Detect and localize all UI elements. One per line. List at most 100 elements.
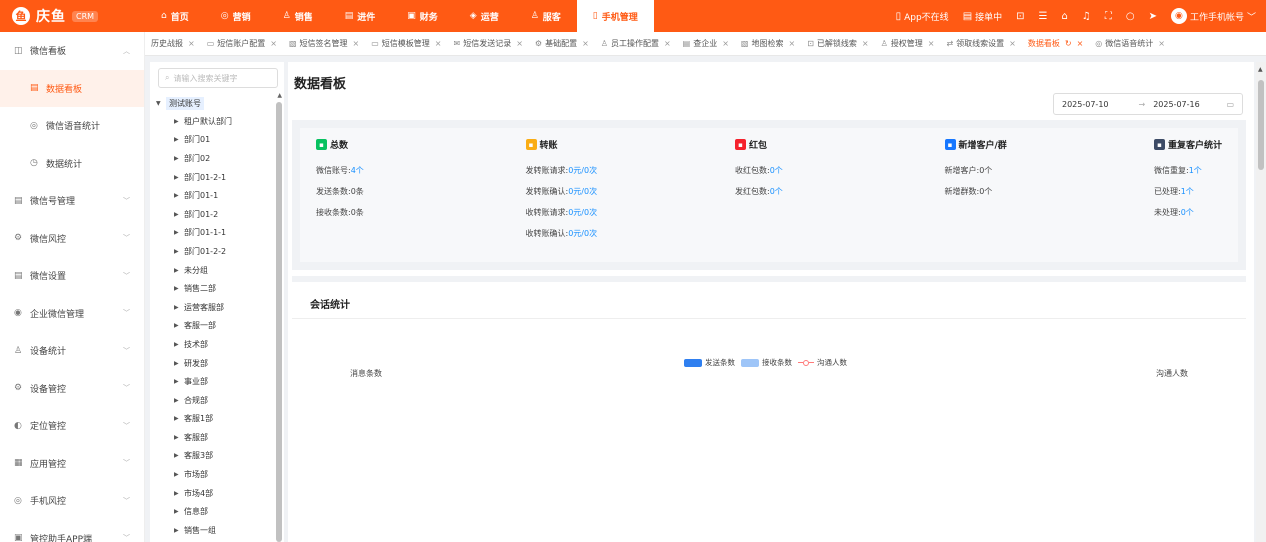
caret-right-icon[interactable]: ▶ <box>174 434 184 441</box>
tree-node[interactable]: ▶ 事业部 <box>150 372 284 391</box>
tree-node[interactable]: ▶ 合规部 <box>150 391 284 410</box>
date-range-picker[interactable]: 2025-07-10 → 2025-07-16 ▭ <box>1053 93 1243 115</box>
scrollbar-thumb[interactable] <box>1258 80 1264 170</box>
date-end[interactable]: 2025-07-16 <box>1153 100 1200 109</box>
caret-right-icon[interactable]: ▶ <box>174 174 184 181</box>
close-icon[interactable]: × <box>435 39 442 48</box>
tree-root-node[interactable]: ▼ 测试账号 <box>150 94 284 112</box>
caret-right-icon[interactable]: ▶ <box>174 285 184 292</box>
top-nav-item[interactable]: ▣ 财务 <box>391 0 454 32</box>
tree-node[interactable]: ▶ 部门01-2-2 <box>150 242 284 261</box>
caret-right-icon[interactable]: ▶ <box>174 360 184 367</box>
caret-right-icon[interactable]: ▶ <box>174 118 184 125</box>
close-icon[interactable]: × <box>1077 39 1084 48</box>
tree-search-input[interactable] <box>173 73 269 83</box>
page-tab[interactable]: ▧ 地图检索 × <box>735 32 801 55</box>
shirt-icon[interactable]: ⌂ <box>1062 11 1068 22</box>
caret-right-icon[interactable]: ▶ <box>174 304 184 311</box>
page-tab[interactable]: ◎ 微信语音统计 × <box>1089 32 1171 55</box>
tree-node[interactable]: ▶ 研发部 <box>150 354 284 373</box>
fullscreen-icon[interactable]: ⛶ <box>1105 11 1112 22</box>
top-nav-item[interactable]: ♙ 销售 <box>267 0 329 32</box>
caret-right-icon[interactable]: ▶ <box>174 229 184 236</box>
calendar-icon[interactable]: ▭ <box>1226 100 1234 109</box>
page-tab[interactable]: ▭ 短信账户配置 × <box>201 32 283 55</box>
date-start[interactable]: 2025-07-10 <box>1062 100 1109 109</box>
tree-node[interactable]: ▶ 客服部 <box>150 428 284 447</box>
tree-node[interactable]: ▶ 部门01 <box>150 131 284 150</box>
close-icon[interactable]: × <box>928 39 935 48</box>
tree-node[interactable]: ▶ 部门02 <box>150 149 284 168</box>
sidebar-item[interactable]: ◫ 微信看板 ︿ <box>0 32 144 70</box>
close-icon[interactable]: × <box>722 39 729 48</box>
scroll-up-icon[interactable]: ▲ <box>1258 66 1263 73</box>
close-icon[interactable]: × <box>188 39 195 48</box>
top-nav-item[interactable]: ⌂ 首页 <box>145 0 205 32</box>
search-icon[interactable]: ○ <box>1126 11 1135 22</box>
app-status-button[interactable]: ▯ App不在线 <box>896 10 949 23</box>
refresh-icon[interactable]: ↻ <box>1065 39 1072 48</box>
sidebar-item[interactable]: ▤ 微信号管理 ﹀ <box>0 182 144 220</box>
close-icon[interactable]: × <box>1009 39 1016 48</box>
sidebar-item[interactable]: ◐ 定位管控 ﹀ <box>0 407 144 445</box>
queue-status-button[interactable]: ▤ 接单中 <box>963 10 1002 23</box>
tree-node[interactable]: ▶ 市场4部 <box>150 484 284 503</box>
top-nav-item[interactable]: ◎ 营销 <box>205 0 267 32</box>
sidebar-item[interactable]: ◎ 手机风控 ﹀ <box>0 482 144 520</box>
caret-right-icon[interactable]: ▶ <box>174 378 184 385</box>
legend-item[interactable]: 发送条数 <box>684 357 735 368</box>
tree-node[interactable]: ▶ 未分组 <box>150 261 284 280</box>
sidebar-item[interactable]: ⚙ 微信风控 ﹀ <box>0 220 144 258</box>
page-tab[interactable]: ♙ 员工操作配置 × <box>595 32 677 55</box>
caret-right-icon[interactable]: ▶ <box>174 155 184 162</box>
top-nav-item[interactable]: ♙ 服客 <box>515 0 577 32</box>
caret-right-icon[interactable]: ▶ <box>174 490 184 497</box>
brand-logo[interactable]: 鱼 庆鱼 CRM <box>0 0 145 32</box>
tree-node[interactable]: ▶ 销售一组 <box>150 521 284 540</box>
caret-right-icon[interactable]: ▶ <box>174 508 184 515</box>
tree-node[interactable]: ▶ 租户默认部门 <box>150 112 284 131</box>
caret-right-icon[interactable]: ▶ <box>174 211 184 218</box>
caret-right-icon[interactable]: ▶ <box>174 527 184 534</box>
main-scrollbar[interactable]: ▲ <box>1256 62 1266 542</box>
close-icon[interactable]: × <box>664 39 671 48</box>
caret-right-icon[interactable]: ▶ <box>174 471 184 478</box>
sidebar-item[interactable]: ▣ 管控助手APP端 ﹀ <box>0 520 144 542</box>
page-tab[interactable]: ▤ 查企业 × <box>677 32 735 55</box>
top-nav-item[interactable]: ▤ 进件 <box>329 0 392 32</box>
tree-node[interactable]: ▶ 部门01-2 <box>150 205 284 224</box>
tree-node[interactable]: ▶ 市场部 <box>150 465 284 484</box>
tree-node[interactable]: ▶ 客服1部 <box>150 410 284 429</box>
lock-icon[interactable]: ⊡ <box>1016 11 1024 22</box>
caret-right-icon[interactable]: ▶ <box>174 248 184 255</box>
tree-node[interactable]: ▶ 部门01-1-1 <box>150 224 284 243</box>
caret-right-icon[interactable]: ▶ <box>174 341 184 348</box>
top-nav-item[interactable]: ▯ 手机管理 <box>576 0 654 32</box>
caret-right-icon[interactable]: ▶ <box>174 136 184 143</box>
sidebar-item[interactable]: ◎ 微信语音统计 <box>0 107 144 145</box>
caret-right-icon[interactable]: ▶ <box>174 322 184 329</box>
tree-node[interactable]: ▶ 部门01-2-1 <box>150 168 284 187</box>
legend-item[interactable]: 沟通人数 <box>798 357 847 368</box>
tree-node[interactable]: ▶ 信息部 <box>150 502 284 521</box>
tree-scrollbar[interactable] <box>276 102 282 542</box>
sidebar-item[interactable]: ▦ 应用管控 ﹀ <box>0 445 144 483</box>
account-menu[interactable]: ◉ 工作手机帐号 ﹀ <box>1170 8 1256 24</box>
close-icon[interactable]: × <box>1158 39 1165 48</box>
sidebar-item[interactable]: ◉ 企业微信管理 ﹀ <box>0 295 144 333</box>
caret-down-icon[interactable]: ▼ <box>156 100 166 107</box>
close-icon[interactable]: × <box>353 39 360 48</box>
bell-icon[interactable]: ♫ <box>1082 11 1091 22</box>
tree-node[interactable]: ▶ 技术部 <box>150 335 284 354</box>
page-tab[interactable]: ▭ 短信模板管理 × <box>365 32 447 55</box>
page-tab[interactable]: 数据看板 ↻ × <box>1022 32 1089 55</box>
tree-node[interactable]: ▶ 客服3部 <box>150 447 284 466</box>
sidebar-item[interactable]: ♙ 设备统计 ﹀ <box>0 332 144 370</box>
close-icon[interactable]: × <box>582 39 589 48</box>
page-tab[interactable]: ⚙ 基础配置 × <box>529 32 595 55</box>
page-tab[interactable]: ⇄ 领取线索设置 × <box>940 32 1021 55</box>
tree-search-box[interactable]: ⌕ <box>158 68 278 88</box>
page-tab[interactable]: ✉ 短信发送记录 × <box>448 32 529 55</box>
sidebar-item[interactable]: ▤ 数据看板 <box>0 69 144 107</box>
translate-icon[interactable]: ☰ <box>1039 11 1048 22</box>
